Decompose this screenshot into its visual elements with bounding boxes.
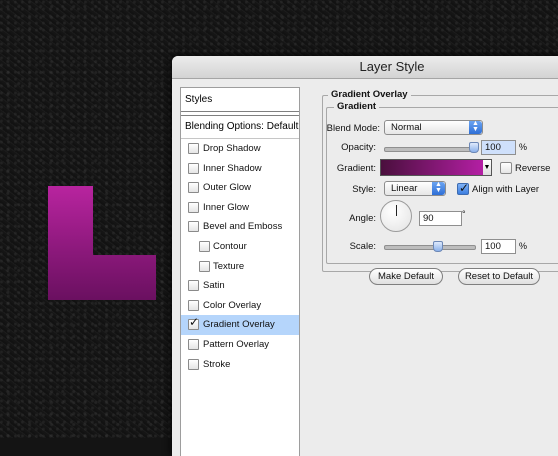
opacity-slider[interactable] <box>384 147 476 152</box>
style-item-label: Inner Glow <box>203 201 249 213</box>
style-item-checkbox[interactable] <box>188 280 199 292</box>
opacity-percent: % <box>519 142 528 152</box>
style-label: Style: <box>352 184 376 195</box>
style-item-checkbox[interactable] <box>188 338 199 350</box>
style-item-label: Pattern Overlay <box>203 338 269 350</box>
style-item-checkbox[interactable]: ✓ <box>188 315 200 331</box>
style-item-label: Color Overlay <box>203 299 262 311</box>
style-item-checkbox[interactable] <box>188 221 199 233</box>
scale-input[interactable]: 100 <box>481 239 516 254</box>
degree-symbol: ° <box>462 209 466 219</box>
align-with-layer-checkbox[interactable]: ✓ <box>457 181 470 195</box>
gradient-overlay-title: Gradient Overlay <box>328 89 411 100</box>
reverse-label: Reverse <box>515 163 551 174</box>
style-item-checkbox[interactable] <box>188 143 199 154</box>
style-items-list: Drop Shadow Inner Shadow Outer Glow Inner G… <box>181 139 299 374</box>
style-select[interactable]: Linear ▲ ▼ <box>384 181 446 196</box>
style-item-satin[interactable]: Satin <box>181 276 299 296</box>
style-item-checkbox[interactable] <box>188 358 199 370</box>
style-item-label: Satin <box>203 280 225 292</box>
style-item-inner-shadow[interactable]: Inner Shadow <box>181 159 299 179</box>
blending-options-header[interactable]: Blending Options: Default <box>181 115 299 139</box>
opacity-slider-thumb[interactable] <box>469 142 479 153</box>
style-item-outer-glow[interactable]: Outer Glow <box>181 178 299 198</box>
blend-mode-select[interactable]: Normal ▲ ▼ <box>384 120 483 135</box>
style-item-texture[interactable]: Texture <box>181 257 299 277</box>
updown-arrows-icon: ▲ ▼ <box>432 181 445 195</box>
style-item-label: Gradient Overlay <box>203 319 275 331</box>
style-item-checkbox[interactable] <box>188 162 199 174</box>
opacity-label: Opacity: <box>341 142 376 153</box>
style-item-label: Bevel and Emboss <box>203 221 283 233</box>
updown-arrows-icon: ▲ ▼ <box>469 120 482 134</box>
style-item-inner-glow[interactable]: Inner Glow <box>181 198 299 218</box>
style-item-checkbox[interactable] <box>188 201 199 213</box>
style-item-label: Outer Glow <box>203 182 252 194</box>
letter-l-shape <box>48 186 156 300</box>
styles-list-panel: Styles Blending Options: Default Drop Sh… <box>180 87 300 456</box>
style-item-label: Inner Shadow <box>203 162 262 174</box>
style-item-label: Contour <box>213 240 247 252</box>
dialog-titlebar[interactable]: Layer Style <box>172 56 558 79</box>
scale-label: Scale: <box>349 241 376 252</box>
reverse-checkbox[interactable] <box>500 162 512 174</box>
gradient-label: Gradient: <box>336 163 376 174</box>
gradient-dropdown-arrow-icon[interactable]: ▼ <box>483 159 492 176</box>
style-value: Linear <box>391 183 418 194</box>
styles-header[interactable]: Styles <box>181 88 299 112</box>
reset-to-default-button[interactable]: Reset to Default <box>458 268 540 285</box>
scale-percent: % <box>519 241 528 251</box>
style-item-drop-shadow[interactable]: Drop Shadow <box>181 139 299 159</box>
angle-needle <box>396 205 397 216</box>
layer-style-dialog: Layer Style Styles Blending Options: Def… <box>172 56 558 456</box>
scale-slider[interactable] <box>384 245 476 250</box>
style-item-label: Drop Shadow <box>203 143 261 154</box>
style-item-checkbox[interactable] <box>188 182 199 194</box>
angle-input[interactable]: 90 <box>419 211 462 226</box>
style-item-stroke[interactable]: Stroke <box>181 355 299 375</box>
style-item-checkbox[interactable] <box>199 240 210 252</box>
style-item-color-overlay[interactable]: Color Overlay <box>181 296 299 316</box>
style-item-label: Texture <box>213 260 245 272</box>
style-item-checkbox[interactable] <box>199 260 210 272</box>
gradient-subgroup-title: Gradient <box>334 101 380 112</box>
blend-mode-label: Blend Mode: <box>326 123 380 134</box>
align-with-layer-label: Align with Layer <box>472 184 540 195</box>
blend-mode-value: Normal <box>391 122 422 133</box>
style-item-checkbox[interactable] <box>188 299 199 311</box>
angle-label: Angle: <box>349 213 376 224</box>
angle-dial[interactable] <box>380 200 412 232</box>
checkmark-icon: ✓ <box>189 315 200 330</box>
checkmark-icon: ✓ <box>459 181 470 195</box>
dialog-title: Layer Style <box>359 59 425 74</box>
opacity-input[interactable]: 100 <box>481 140 516 155</box>
style-item-bevel-and-emboss[interactable]: Bevel and Emboss <box>181 217 299 237</box>
style-item-label: Stroke <box>203 358 231 370</box>
style-item-contour[interactable]: Contour <box>181 237 299 257</box>
make-default-button[interactable]: Make Default <box>369 268 443 285</box>
gradient-swatch[interactable] <box>380 159 484 176</box>
style-item-gradient-overlay[interactable]: ✓ Gradient Overlay <box>181 315 299 335</box>
scale-slider-thumb[interactable] <box>433 241 443 252</box>
style-item-pattern-overlay[interactable]: Pattern Overlay <box>181 335 299 355</box>
